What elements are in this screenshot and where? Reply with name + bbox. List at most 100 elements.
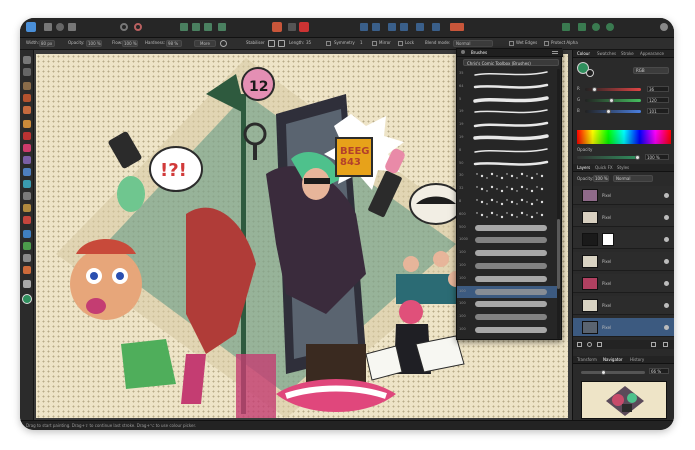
smudge-tool-icon[interactable] xyxy=(23,266,31,274)
tab-transform[interactable]: Transform xyxy=(577,357,597,362)
colour-model-select[interactable]: RGB xyxy=(633,67,669,74)
move-icon[interactable] xyxy=(272,22,282,32)
wet-edges-checkbox[interactable] xyxy=(509,41,514,46)
zoom-slider[interactable] xyxy=(581,370,645,375)
split-view-icon[interactable] xyxy=(578,23,586,31)
brushes-panel-header[interactable]: Brushes xyxy=(457,49,563,57)
tab-appearance[interactable]: Appearance xyxy=(640,51,664,56)
brush-item[interactable]: 19 xyxy=(457,132,557,144)
brush-item[interactable]: 8 xyxy=(457,196,557,208)
opacity-field[interactable]: 100 % xyxy=(86,40,102,47)
layer-visibility-icon[interactable] xyxy=(664,215,669,220)
brush-item[interactable]: 600 xyxy=(457,209,557,221)
brushes-close-icon[interactable] xyxy=(461,50,465,54)
tab-styles[interactable]: Styles xyxy=(617,165,629,170)
layer-mask-icon[interactable] xyxy=(577,342,582,347)
snapping-icon[interactable] xyxy=(360,23,368,31)
tab-navigator[interactable]: Navigator xyxy=(603,357,623,362)
align-left-icon[interactable] xyxy=(372,23,380,31)
brushes-scroll-thumb[interactable] xyxy=(557,219,560,289)
stabiliser-window-icon[interactable] xyxy=(278,40,285,47)
layer-row[interactable]: Pixel xyxy=(573,274,674,293)
persona-liquify-icon[interactable] xyxy=(56,23,64,31)
align-center-icon[interactable] xyxy=(388,23,396,31)
layer-row[interactable] xyxy=(573,230,674,249)
colour-opacity-knob[interactable] xyxy=(635,155,640,160)
erase-tool-icon[interactable] xyxy=(23,156,31,164)
dodge-tool-icon[interactable] xyxy=(23,192,31,200)
channel-value[interactable]: 36 xyxy=(647,86,669,92)
colour-picker-tool-icon[interactable] xyxy=(23,280,31,288)
layer-visibility-icon[interactable] xyxy=(664,237,669,242)
flood-select-tool-icon[interactable] xyxy=(23,106,31,114)
tab-colour[interactable]: Colour xyxy=(577,51,590,56)
brush-tool-active-icon[interactable] xyxy=(299,22,309,32)
app-logo-icon[interactable] xyxy=(26,22,36,32)
stabiliser-rope-icon[interactable] xyxy=(268,40,275,47)
gradient-tool-icon[interactable] xyxy=(23,180,31,188)
channel-value[interactable]: 101 xyxy=(647,108,669,114)
protect-alpha-checkbox[interactable] xyxy=(544,41,549,46)
brush-item[interactable]: 500 xyxy=(457,222,557,234)
arrange-icon[interactable] xyxy=(416,23,424,31)
brush-item[interactable]: 5 xyxy=(457,94,557,106)
symmetry-value[interactable]: 1 xyxy=(360,40,363,45)
brushes-menu-icon[interactable] xyxy=(552,51,558,54)
layer-visibility-icon[interactable] xyxy=(664,259,669,264)
colour-spectrum[interactable] xyxy=(577,130,671,144)
layer-visibility-icon[interactable] xyxy=(664,303,669,308)
brush-item[interactable]: 100 xyxy=(457,273,557,285)
adjustment-icon[interactable] xyxy=(587,342,592,347)
transform-icon[interactable] xyxy=(432,23,440,31)
clone-tool-icon[interactable] xyxy=(23,204,31,212)
layer-visibility-icon[interactable] xyxy=(664,193,669,198)
paint-brush-tool-icon[interactable] xyxy=(23,120,31,128)
brush-item[interactable]: 35 xyxy=(457,68,557,80)
crop-tool-icon[interactable] xyxy=(23,82,31,90)
hardness-field[interactable]: 98 % xyxy=(166,40,182,47)
layer-visibility-icon[interactable] xyxy=(664,281,669,286)
move-tool-icon[interactable] xyxy=(23,56,31,64)
brush-item[interactable]: 19 xyxy=(457,119,557,131)
channel-slider-knob[interactable] xyxy=(605,109,611,114)
persona-pixel-icon[interactable] xyxy=(44,23,52,31)
channel-slider-knob[interactable] xyxy=(609,98,615,103)
stroke-colour-swatch[interactable] xyxy=(586,69,594,77)
tab-stroke[interactable]: Stroke xyxy=(621,51,634,56)
tab-swatches[interactable]: Swatches xyxy=(597,51,616,56)
view-mode-icon[interactable] xyxy=(562,23,570,31)
channel-slider[interactable] xyxy=(585,98,641,103)
layer-row[interactable]: Pixel xyxy=(573,186,674,205)
fill-tool-icon[interactable] xyxy=(23,168,31,176)
symmetry-checkbox[interactable] xyxy=(326,41,331,46)
width-field[interactable]: 80 px xyxy=(39,40,55,47)
colour-opacity-value[interactable]: 100 % xyxy=(645,154,669,160)
brushes-panel[interactable]: Brushes Chris's Comic Toolbox (Brushes) … xyxy=(456,48,563,340)
layer-visibility-icon[interactable] xyxy=(664,325,669,330)
lock-checkbox[interactable] xyxy=(398,41,403,46)
brush-list[interactable]: 35 64 5 19 19 19 8 50 30 32 8 600 500 1000 100 100 100 10… xyxy=(457,68,557,340)
blemish-tool-icon[interactable] xyxy=(23,216,31,224)
channel-slider[interactable] xyxy=(585,109,641,114)
align-right-icon[interactable] xyxy=(400,23,408,31)
flip-icon[interactable] xyxy=(450,23,464,31)
channel-slider[interactable] xyxy=(585,87,641,92)
brush-item[interactable]: 1000 xyxy=(457,234,557,246)
add-layer-icon[interactable] xyxy=(651,342,656,347)
delete-layer-icon[interactable] xyxy=(663,342,668,347)
color-wheel-icon[interactable] xyxy=(134,23,142,31)
layer-opacity-field[interactable]: 100 % xyxy=(593,175,609,182)
brush-item[interactable]: 100 xyxy=(457,260,557,272)
brush-item[interactable]: 100 xyxy=(457,311,557,323)
live-filter-icon[interactable] xyxy=(597,342,602,347)
layer-row[interactable]: Pixel xyxy=(573,318,674,337)
quick-mask-icon[interactable] xyxy=(218,23,226,31)
brush-item[interactable]: 100 xyxy=(457,324,557,336)
channel-value[interactable]: 120 xyxy=(647,97,669,103)
colour-replacement-tool-icon[interactable] xyxy=(23,132,31,140)
selection-brush-icon[interactable] xyxy=(192,23,200,31)
settings-icon[interactable] xyxy=(120,23,128,31)
layer-list[interactable]: Pixel Pixel Pixel Pixel Pixel Pixel xyxy=(573,186,674,342)
flow-field[interactable]: 100 % xyxy=(122,40,138,47)
brush-item[interactable]: 30 xyxy=(457,170,557,182)
